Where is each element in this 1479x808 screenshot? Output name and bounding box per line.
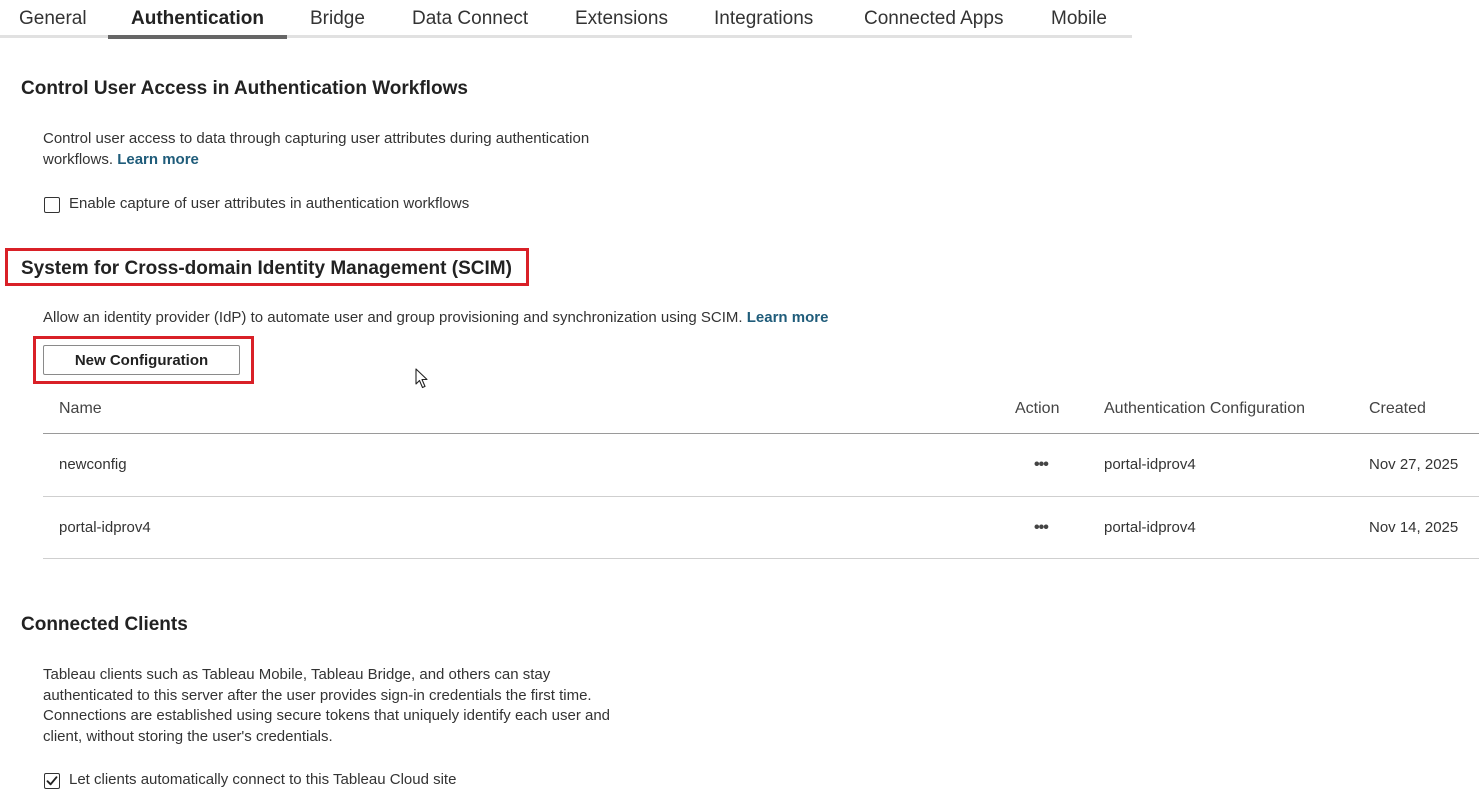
tab-extensions[interactable]: Extensions [575,0,668,39]
settings-tabs: General Authentication Bridge Data Conne… [0,0,1132,39]
mouse-cursor-icon [415,368,428,389]
tab-authentication[interactable]: Authentication [131,0,264,39]
column-header-created[interactable]: Created [1369,400,1426,418]
row-created: Nov 14, 2025 [1369,519,1459,536]
tab-data-connect[interactable]: Data Connect [412,0,528,39]
tab-bridge[interactable]: Bridge [310,0,365,39]
auto-connect-label: Let clients automatically connect to thi… [69,771,457,788]
active-tab-indicator [108,35,287,39]
row-name[interactable]: portal-idprov4 [59,519,151,536]
connected-clients-description: Tableau clients such as Tableau Mobile, … [43,666,611,745]
user-access-learn-more-link[interactable]: Learn more [117,151,199,168]
tab-mobile[interactable]: Mobile [1051,0,1107,39]
user-access-title: Control User Access in Authentication Wo… [21,78,468,99]
row-actions-menu-icon[interactable]: ••• [1034,456,1049,474]
column-header-auth-config[interactable]: Authentication Configuration [1104,400,1305,418]
connected-clients-title: Connected Clients [21,614,188,635]
row-actions-menu-icon[interactable]: ••• [1034,519,1049,537]
capture-attributes-checkbox[interactable] [44,197,60,213]
table-bottom-divider [43,558,1479,559]
tab-connected-apps[interactable]: Connected Apps [864,0,1003,39]
tab-general[interactable]: General [19,0,87,39]
user-access-description: Control user access to data through capt… [43,129,633,170]
column-header-action: Action [1015,400,1060,417]
row-created: Nov 27, 2025 [1369,456,1459,473]
checkmark-icon [46,776,58,786]
row-divider [43,496,1479,497]
row-auth-config: portal-idprov4 [1104,519,1196,536]
new-configuration-button[interactable]: New Configuration [43,345,240,375]
auto-connect-checkbox[interactable] [44,773,60,789]
table-header-divider [43,433,1479,434]
scim-description: Allow an identity provider (IdP) to auto… [43,308,828,329]
column-header-name[interactable]: Name [59,400,102,418]
scim-title: System for Cross-domain Identity Managem… [21,258,512,279]
tab-integrations[interactable]: Integrations [714,0,813,39]
row-name[interactable]: newconfig [59,456,127,473]
capture-attributes-label: Enable capture of user attributes in aut… [69,195,470,212]
row-auth-config: portal-idprov4 [1104,456,1196,473]
scim-learn-more-link[interactable]: Learn more [747,309,829,326]
scim-description-text: Allow an identity provider (IdP) to auto… [43,309,743,326]
